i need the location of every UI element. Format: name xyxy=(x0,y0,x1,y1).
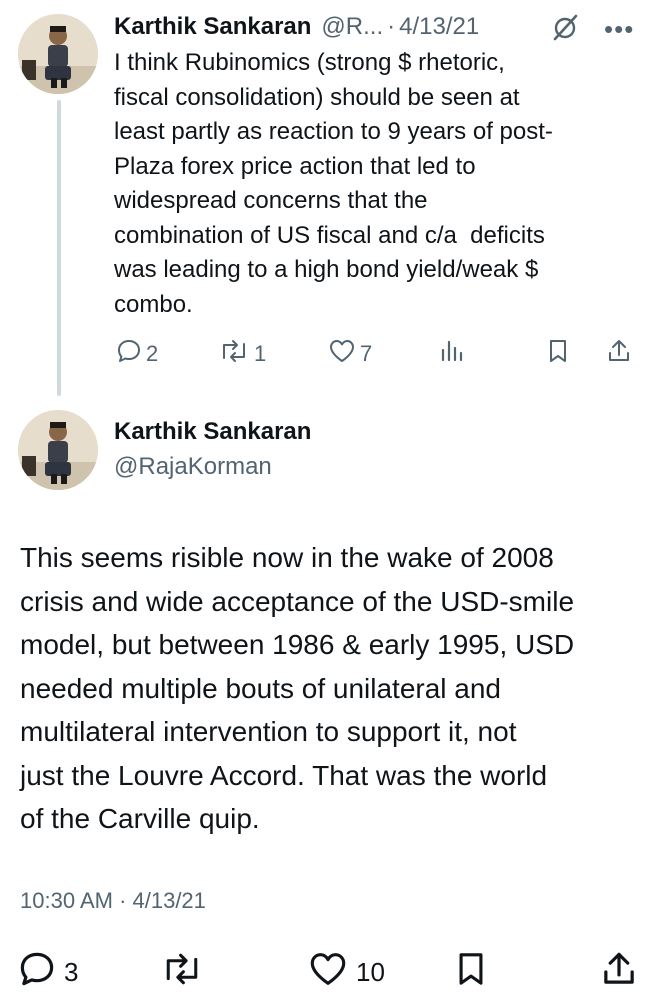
avatar[interactable] xyxy=(18,410,98,490)
like-button[interactable]: 10 xyxy=(308,950,385,995)
tweet-date[interactable]: 4/13/21 xyxy=(399,13,479,41)
like-count: 10 xyxy=(356,957,385,987)
share-icon xyxy=(600,950,638,995)
repost-icon xyxy=(218,338,250,370)
bookmark-icon xyxy=(546,338,570,370)
repost-icon xyxy=(160,950,204,995)
thread-connector-line xyxy=(57,100,61,396)
bookmark-icon xyxy=(454,950,488,995)
bookmark-button[interactable] xyxy=(454,950,488,995)
repost-count: 1 xyxy=(254,341,267,366)
tweet-actions: 3 10 xyxy=(14,948,644,992)
share-icon xyxy=(606,338,632,370)
avatar[interactable] xyxy=(18,14,98,94)
heart-icon xyxy=(308,950,348,995)
reply-button[interactable]: 3 xyxy=(18,950,78,995)
author-name[interactable]: Karthik Sankaran xyxy=(114,418,311,446)
tweet-text: I think Rubinomics (strong $ rhetoric, f… xyxy=(114,49,553,318)
tweet-actions: 2 1 7 xyxy=(110,336,650,372)
tweet-header: Karthik Sankaran @R... · 4/13/21 ••• xyxy=(114,10,644,44)
reply-count: 3 xyxy=(64,957,79,987)
tweet-text: This seems risible now in the wake of 20… xyxy=(20,542,575,834)
heart-icon xyxy=(328,338,356,370)
tweet-timestamp[interactable]: 10:30 AM · 4/13/21 xyxy=(20,888,206,914)
author-handle[interactable]: @R... xyxy=(321,13,383,41)
reply-icon xyxy=(18,950,56,995)
analytics-icon xyxy=(438,338,464,370)
repost-button[interactable]: 1 xyxy=(218,338,266,370)
like-button[interactable]: 7 xyxy=(328,338,372,370)
share-button[interactable] xyxy=(600,950,638,995)
reply-button[interactable]: 2 xyxy=(116,338,158,370)
more-icon[interactable]: ••• xyxy=(604,14,634,45)
header-separator: · xyxy=(387,13,396,40)
author-name[interactable]: Karthik Sankaran xyxy=(114,13,311,41)
bookmark-button[interactable] xyxy=(546,338,570,370)
views-button[interactable] xyxy=(438,338,468,370)
author-handle[interactable]: @RajaKorman xyxy=(114,453,272,481)
grok-icon[interactable] xyxy=(550,12,580,47)
reply-icon xyxy=(116,338,142,370)
reply-count: 2 xyxy=(146,341,159,366)
repost-button[interactable] xyxy=(160,950,212,995)
thread-view: Karthik Sankaran @R... · 4/13/21 ••• I t… xyxy=(0,0,659,1000)
share-button[interactable] xyxy=(606,338,632,370)
like-count: 7 xyxy=(360,341,373,366)
